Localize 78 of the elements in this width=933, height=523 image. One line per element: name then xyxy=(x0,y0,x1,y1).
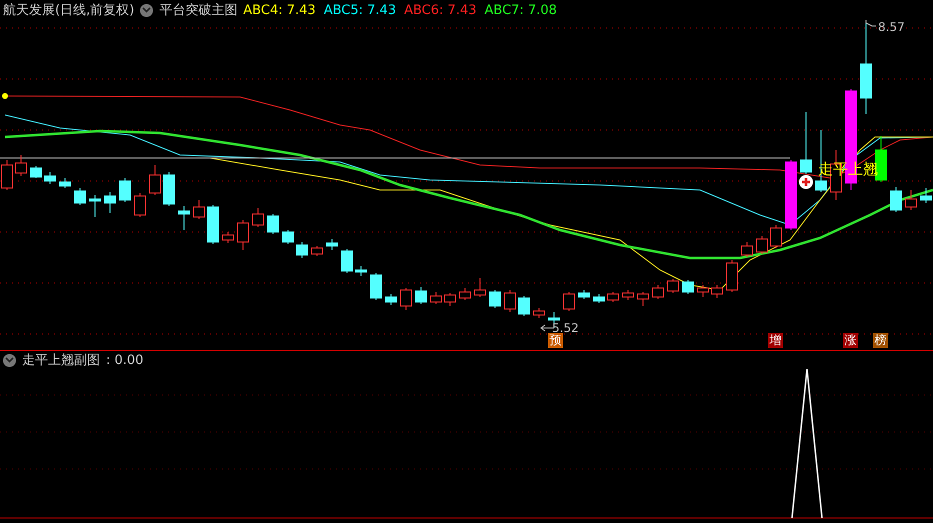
candlestick xyxy=(355,266,367,276)
leader-line xyxy=(540,324,554,332)
candlestick xyxy=(282,230,294,244)
signal-marker: 增 xyxy=(768,333,783,348)
dropdown-button[interactable] xyxy=(140,4,154,16)
candlestick xyxy=(593,294,605,304)
candlestick xyxy=(741,242,753,258)
candlestick xyxy=(607,292,619,302)
plus-circle-icon xyxy=(799,175,813,189)
candlestick xyxy=(682,280,694,294)
candlestick xyxy=(370,272,382,300)
indicator-name: 平台突破主图 xyxy=(159,2,238,19)
candlestick xyxy=(800,112,812,174)
stock-title: 航天发展(日线,前复权) xyxy=(3,2,134,19)
candlestick xyxy=(193,200,205,220)
signal-marker: 涨 xyxy=(843,333,858,348)
candlestick xyxy=(15,154,27,176)
candlestick xyxy=(252,208,264,228)
candlestick xyxy=(563,292,575,312)
candlestick xyxy=(44,172,56,184)
candlestick xyxy=(622,290,634,300)
candlestick xyxy=(207,204,219,244)
candlestick xyxy=(905,190,917,210)
price-label: 8.57 xyxy=(878,20,905,34)
candlestick xyxy=(30,166,42,178)
candlestick xyxy=(637,292,649,306)
signal-marker: 榜 xyxy=(873,333,888,348)
candlestick xyxy=(920,188,932,204)
candlestick xyxy=(311,246,323,256)
candlestick xyxy=(163,172,175,206)
candlestick xyxy=(326,238,338,250)
candlestick xyxy=(667,278,679,294)
candlestick xyxy=(474,278,486,298)
price-label: 5.52 xyxy=(552,321,579,335)
candlestick xyxy=(149,164,161,196)
caret-icon xyxy=(5,357,14,363)
candlestick xyxy=(59,178,71,188)
candlestick xyxy=(430,292,442,304)
candlestick xyxy=(756,236,768,254)
candlestick xyxy=(385,294,397,306)
candlestick xyxy=(134,192,146,218)
candlestick xyxy=(267,214,279,234)
leader-line xyxy=(866,20,876,26)
candlestick xyxy=(518,296,530,316)
candlestick xyxy=(697,284,709,298)
candlestick xyxy=(459,288,471,300)
dropdown-button[interactable] xyxy=(3,354,16,366)
candlestick xyxy=(415,286,427,304)
indicator-name: 走平上翘副图 xyxy=(22,352,100,369)
legend-value: ABC6: 7.43 xyxy=(404,2,476,18)
candlestick xyxy=(785,160,797,230)
candlestick xyxy=(341,248,353,274)
candlestick xyxy=(489,290,501,308)
legend-value: ABC7: 7.08 xyxy=(484,2,557,18)
candlestick xyxy=(400,288,412,310)
candlestick xyxy=(726,260,738,292)
start-dot-icon xyxy=(2,93,8,99)
candlestick xyxy=(178,206,190,230)
signal-marker: 预 xyxy=(548,333,563,348)
legend-value: ABC5: 7.43 xyxy=(324,2,396,18)
candlestick xyxy=(296,242,308,258)
caret-icon xyxy=(142,7,152,13)
candlestick xyxy=(770,224,782,248)
candlestick xyxy=(578,290,590,300)
candlestick xyxy=(711,284,723,298)
candlestick xyxy=(104,192,116,214)
indicator-value: : 0.00 xyxy=(106,352,144,368)
candlestick xyxy=(222,232,234,244)
candlestick xyxy=(119,178,131,202)
candlestick xyxy=(74,188,86,206)
candlestick xyxy=(890,186,902,212)
candlestick xyxy=(89,194,101,218)
legend-value: ABC4: 7.43 xyxy=(243,2,316,18)
candlestick xyxy=(652,284,664,300)
candlestick xyxy=(237,220,249,250)
candlestick xyxy=(504,290,516,312)
candlestick xyxy=(533,308,545,318)
candlestick xyxy=(444,292,456,306)
